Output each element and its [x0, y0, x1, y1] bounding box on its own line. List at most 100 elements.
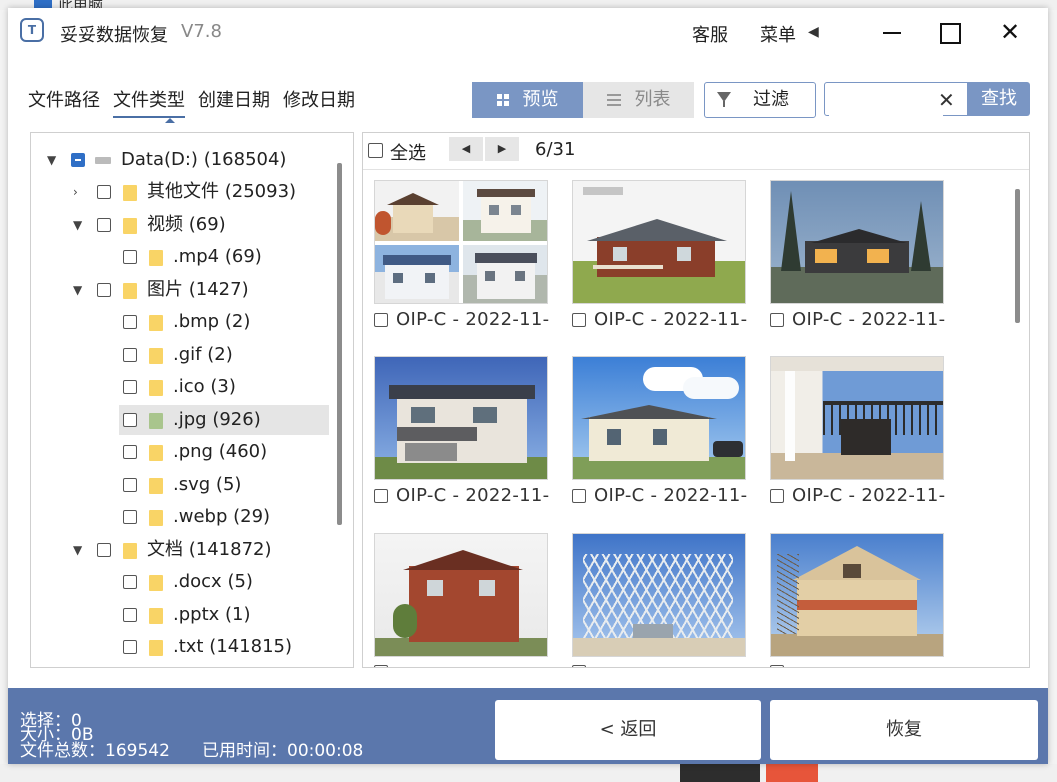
- file-caption[interactable]: OIP-C - 2022-11-: [770, 309, 950, 331]
- tree-node-webp[interactable]: .webp (29): [31, 502, 331, 532]
- list-view-button[interactable]: 列表: [583, 82, 694, 118]
- file-thumbnail[interactable]: [770, 180, 944, 304]
- file-checkbox[interactable]: [572, 665, 586, 667]
- file-thumbnail[interactable]: [374, 533, 548, 657]
- file-thumbnail[interactable]: [572, 356, 746, 480]
- tree: [393, 604, 417, 638]
- file-checkbox[interactable]: [770, 665, 784, 667]
- restore-button[interactable]: 恢复: [770, 700, 1038, 760]
- tree-checkbox[interactable]: [123, 250, 137, 264]
- folder-icon: [149, 413, 163, 429]
- close-button[interactable]: ✕: [988, 14, 1032, 50]
- tree-node-gif[interactable]: .gif (2): [31, 340, 331, 370]
- tab-file-type[interactable]: 文件类型: [113, 86, 185, 118]
- filter-button[interactable]: 过滤: [704, 82, 816, 118]
- search-button[interactable]: 查找: [968, 82, 1030, 116]
- file-thumbnail[interactable]: [374, 180, 548, 304]
- tree-checkbox[interactable]: [97, 185, 111, 199]
- file-checkbox[interactable]: [770, 489, 784, 503]
- tree-node-pptx[interactable]: .pptx (1): [31, 600, 331, 630]
- file-caption[interactable]: OIP-C - 2022-11-: [770, 485, 950, 507]
- file-checkbox[interactable]: [572, 313, 586, 327]
- menu-arrow-icon[interactable]: ◀: [808, 24, 819, 40]
- search-input[interactable]: [829, 84, 943, 116]
- tree-checkbox[interactable]: [97, 283, 111, 297]
- tab-file-path[interactable]: 文件路径: [28, 86, 100, 112]
- file-thumbnail[interactable]: [374, 356, 548, 480]
- tree-label: .bmp (2): [173, 311, 251, 332]
- tree-node-images[interactable]: ▼ 图片 (1427): [31, 275, 331, 305]
- file-caption[interactable]: OIP-C - 2022-11-: [374, 309, 554, 331]
- file-caption[interactable]: [374, 661, 554, 667]
- tree-node-jpg[interactable]: .jpg (926): [119, 405, 329, 435]
- tree-node-txt[interactable]: .txt (141815): [31, 632, 331, 662]
- chevron-down-icon[interactable]: ▼: [47, 145, 59, 175]
- tree-checkbox[interactable]: [123, 608, 137, 622]
- tree-node-png[interactable]: .png (460): [31, 437, 331, 467]
- minimize-button[interactable]: [870, 14, 914, 50]
- tree-checkbox[interactable]: [123, 315, 137, 329]
- file-thumbnail[interactable]: [572, 180, 746, 304]
- tree-node-video[interactable]: ▼ 视频 (69): [31, 210, 331, 240]
- tree-checkbox[interactable]: [123, 478, 137, 492]
- tab-create-date[interactable]: 创建日期: [198, 86, 270, 112]
- tree-checkbox[interactable]: [123, 445, 137, 459]
- tree-node-documents[interactable]: ▼ 文档 (141872): [31, 535, 331, 565]
- tab-modify-date[interactable]: 修改日期: [283, 86, 355, 112]
- next-page-button[interactable]: ▶: [485, 137, 519, 161]
- tree-label: 文档 (141872): [147, 539, 272, 560]
- tree-checkbox[interactable]: [123, 380, 137, 394]
- file-checkbox[interactable]: [572, 489, 586, 503]
- file-caption[interactable]: [572, 661, 752, 667]
- app-title: 妥妥数据恢复: [60, 25, 168, 46]
- tree-label: .ico (3): [173, 376, 236, 397]
- back-button[interactable]: < 返回: [495, 700, 761, 760]
- file-caption[interactable]: OIP-C - 2022-11-: [572, 485, 752, 507]
- file-panel-scrollbar[interactable]: [1015, 189, 1020, 323]
- tree-node-bmp[interactable]: .bmp (2): [31, 307, 331, 337]
- tree-checkbox[interactable]: [123, 348, 137, 362]
- tree-checkbox[interactable]: [123, 510, 137, 524]
- tree-checkbox[interactable]: [71, 153, 85, 167]
- maximize-button[interactable]: [928, 14, 972, 50]
- tree-node-docx[interactable]: .docx (5): [31, 567, 331, 597]
- tree-node-ico[interactable]: .ico (3): [31, 372, 331, 402]
- tree-node-mp4[interactable]: .mp4 (69): [31, 242, 331, 272]
- file-caption[interactable]: OIP-C - 2022-11-: [374, 485, 554, 507]
- prev-page-button[interactable]: ◀: [449, 137, 483, 161]
- select-all-checkbox[interactable]: [368, 143, 383, 158]
- file-preview-panel: 全选 ◀ ▶ 6/31 OIP-C - 2022-11- OIP-C - 202…: [362, 132, 1030, 668]
- customer-service-link[interactable]: 客服: [692, 21, 728, 47]
- lit-window: [815, 249, 837, 263]
- file-thumbnail[interactable]: [572, 533, 746, 657]
- preview-view-button[interactable]: 预览: [472, 82, 583, 118]
- file-checkbox[interactable]: [770, 313, 784, 327]
- preview-label: 预览: [522, 89, 559, 110]
- tree-node-drive[interactable]: ▼ Data(D:) (168504): [31, 145, 331, 175]
- chevron-right-icon[interactable]: ›: [73, 177, 85, 207]
- file-thumbnail[interactable]: [770, 533, 944, 657]
- app-version: V7.8: [181, 21, 222, 42]
- tree-checkbox[interactable]: [123, 640, 137, 654]
- folder-icon: [149, 348, 163, 364]
- tree-checkbox[interactable]: [97, 218, 111, 232]
- tree-checkbox[interactable]: [123, 575, 137, 589]
- tree-label: 视频 (69): [147, 214, 226, 235]
- select-all-label[interactable]: 全选: [390, 139, 426, 165]
- chevron-down-icon[interactable]: ▼: [73, 535, 85, 565]
- file-checkbox[interactable]: [374, 665, 388, 667]
- menu-button[interactable]: 菜单: [760, 21, 796, 47]
- chevron-down-icon[interactable]: ▼: [73, 275, 85, 305]
- file-checkbox[interactable]: [374, 489, 388, 503]
- tree-node-other-files[interactable]: › 其他文件 (25093): [31, 177, 331, 207]
- chevron-down-icon[interactable]: ▼: [73, 210, 85, 240]
- tree-checkbox[interactable]: [123, 413, 137, 427]
- file-thumbnail[interactable]: [770, 356, 944, 480]
- file-caption[interactable]: [770, 661, 950, 667]
- clear-search-icon[interactable]: ✕: [938, 88, 955, 112]
- tree-node-svg[interactable]: .svg (5): [31, 470, 331, 500]
- file-caption[interactable]: OIP-C - 2022-11-: [572, 309, 752, 331]
- tree-checkbox[interactable]: [97, 543, 111, 557]
- tree-scrollbar[interactable]: [337, 163, 342, 525]
- file-checkbox[interactable]: [374, 313, 388, 327]
